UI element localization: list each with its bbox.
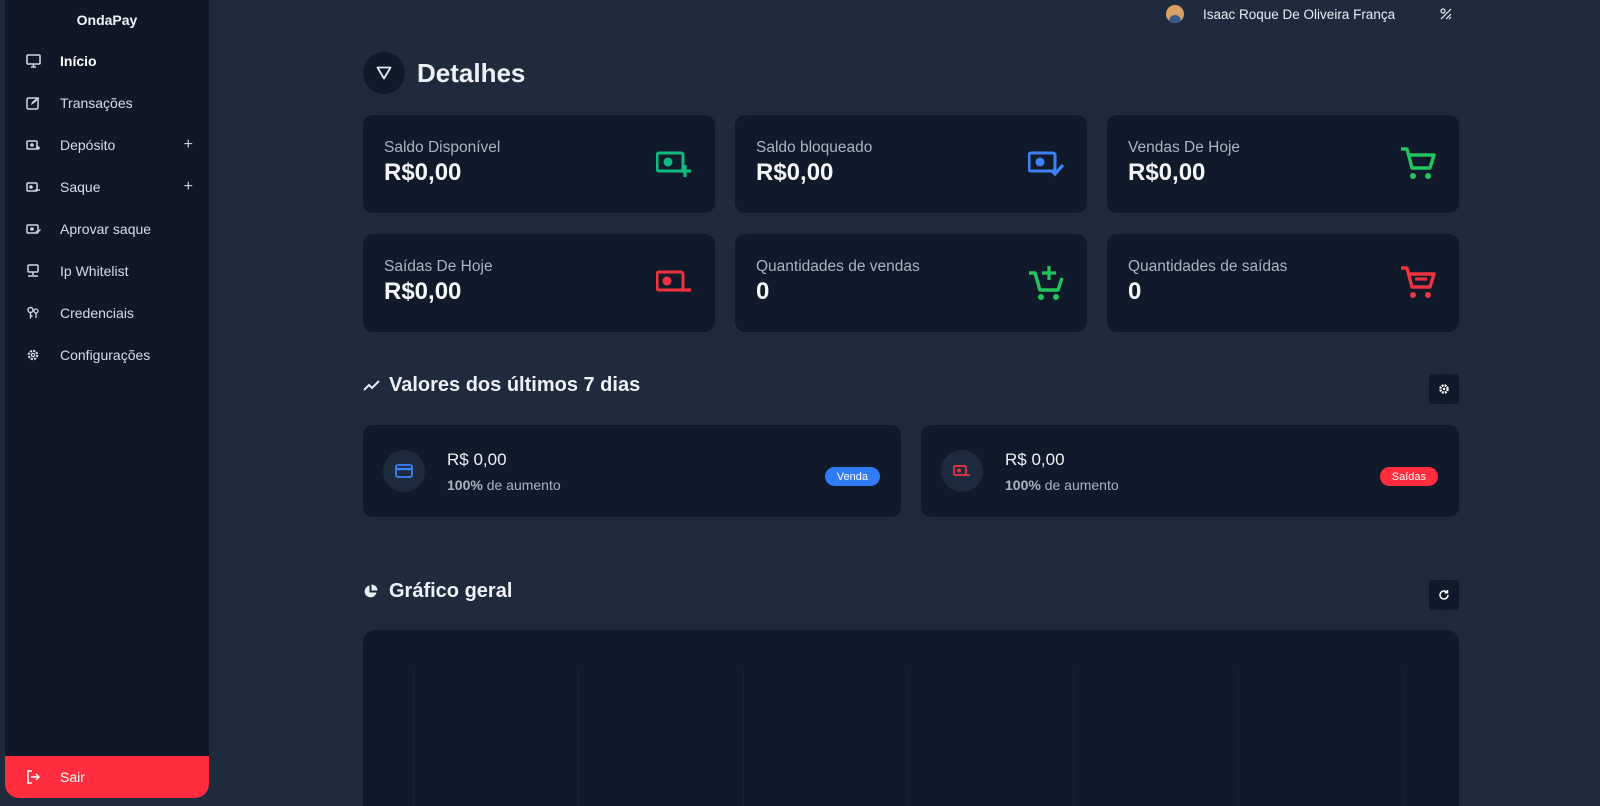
sidebar-item-configuracoes[interactable]: Configurações bbox=[5, 334, 209, 376]
refresh-icon bbox=[1439, 590, 1449, 600]
card-value: R$0,00 bbox=[384, 159, 462, 186]
money-check-icon bbox=[1027, 145, 1065, 183]
sidebar-item-deposito[interactable]: Depósito + bbox=[5, 124, 209, 166]
card-value: 0 bbox=[756, 278, 770, 305]
stat-amount: R$ 0,00 bbox=[447, 449, 507, 469]
last7-settings-button[interactable] bbox=[1429, 374, 1459, 404]
expand-plus-icon[interactable]: + bbox=[184, 136, 193, 154]
general-chart-title: Gráfico geral bbox=[389, 580, 513, 602]
sidebar-item-inicio[interactable]: Início bbox=[5, 40, 209, 82]
general-chart-area bbox=[363, 630, 1459, 806]
card-value: R$0,00 bbox=[384, 278, 462, 305]
stat-suffix: de aumento bbox=[1040, 476, 1119, 493]
avatar[interactable] bbox=[1166, 5, 1184, 23]
status-badge: Saídas bbox=[1379, 467, 1438, 486]
edit-icon bbox=[25, 95, 41, 111]
card-label: Saídas De Hoje bbox=[384, 258, 493, 275]
credit-card-icon bbox=[383, 450, 425, 492]
logout-button[interactable]: Sair bbox=[5, 756, 209, 798]
chart-gridline bbox=[1073, 670, 1074, 806]
filter-toggle-button[interactable] bbox=[363, 52, 405, 94]
summary-cards: Saldo Disponível R$0,00 Saldo bloqueado … bbox=[363, 115, 1459, 332]
network-icon bbox=[25, 263, 41, 279]
cart-icon bbox=[1399, 145, 1437, 183]
expand-plus-icon[interactable]: + bbox=[184, 178, 193, 196]
card-vendas-de-hoje: Vendas De Hoje R$0,00 bbox=[1107, 115, 1459, 213]
last7-title: Valores dos últimos 7 dias bbox=[389, 374, 641, 396]
user-menu[interactable]: Isaac Roque De Oliveira França bbox=[1166, 4, 1453, 24]
sidebar-item-saque[interactable]: Saque + bbox=[5, 166, 209, 208]
money-minus-icon bbox=[25, 179, 41, 195]
page-header: Detalhes bbox=[363, 52, 525, 94]
page-title: Detalhes bbox=[417, 57, 526, 88]
stat-percent: 100% bbox=[1005, 476, 1041, 493]
sidebar-item-label: Configurações bbox=[60, 347, 151, 363]
stat-subtext: 100% de aumento bbox=[1005, 477, 1119, 493]
money-minus-icon bbox=[941, 450, 983, 492]
chart-gridline bbox=[1403, 670, 1404, 806]
refresh-button[interactable] bbox=[1429, 580, 1459, 610]
stat-text: R$ 0,00 100% de aumento bbox=[447, 450, 561, 493]
chart-gridline bbox=[413, 670, 414, 806]
chart-gridline bbox=[908, 670, 909, 806]
sidebar-item-label: Depósito bbox=[60, 137, 116, 153]
sidebar-item-label: Credenciais bbox=[60, 305, 134, 321]
card-label: Saldo bloqueado bbox=[756, 139, 873, 156]
brand-logo: OndaPay bbox=[76, 12, 138, 28]
pie-chart-icon bbox=[363, 583, 381, 601]
monitor-icon bbox=[25, 53, 41, 69]
last7-stats: R$ 0,00 100% de aumento Venda R$ 0,00 10… bbox=[363, 425, 1459, 517]
card-value: 0 bbox=[1128, 278, 1142, 305]
logout-label: Sair bbox=[60, 769, 85, 785]
card-label: Saldo Disponível bbox=[384, 139, 501, 156]
stat-venda: R$ 0,00 100% de aumento Venda bbox=[363, 425, 901, 517]
user-name[interactable]: Isaac Roque De Oliveira França bbox=[1203, 7, 1395, 22]
card-value: R$0,00 bbox=[756, 159, 834, 186]
card-saldo-bloqueado: Saldo bloqueado R$0,00 bbox=[735, 115, 1087, 213]
card-quantidades-de-vendas: Quantidades de vendas 0 bbox=[735, 234, 1087, 332]
card-label: Vendas De Hoje bbox=[1128, 139, 1241, 156]
money-minus-icon bbox=[655, 264, 693, 302]
stat-suffix: de aumento bbox=[482, 476, 561, 493]
stat-subtext: 100% de aumento bbox=[447, 477, 561, 493]
sidebar-item-transacoes[interactable]: Transações bbox=[5, 82, 209, 124]
card-saidas-de-hoje: Saídas De Hoje R$0,00 bbox=[363, 234, 715, 332]
sidebar: OndaPay Início Transações Depósito + Saq… bbox=[5, 0, 209, 798]
trending-icon bbox=[363, 377, 381, 395]
stat-amount: R$ 0,00 bbox=[1005, 449, 1065, 469]
money-plus-icon bbox=[655, 145, 693, 183]
gear-icon bbox=[25, 347, 41, 363]
sidebar-item-label: Ip Whitelist bbox=[60, 263, 129, 279]
stat-percent: 100% bbox=[447, 476, 483, 493]
logout-icon bbox=[25, 769, 41, 785]
money-check-icon bbox=[25, 221, 41, 237]
money-plus-icon bbox=[25, 137, 41, 153]
status-badge: Venda bbox=[824, 467, 880, 486]
stat-text: R$ 0,00 100% de aumento bbox=[1005, 450, 1119, 493]
sidebar-item-label: Transações bbox=[60, 95, 133, 111]
last7-header: Valores dos últimos 7 dias bbox=[363, 374, 1459, 404]
chart-gridline bbox=[578, 670, 579, 806]
general-chart-header: Gráfico geral bbox=[363, 580, 1459, 610]
sidebar-item-label: Aprovar saque bbox=[60, 221, 152, 237]
chart-gridline bbox=[1238, 670, 1239, 806]
keys-icon bbox=[25, 305, 41, 321]
cart-plus-icon bbox=[1027, 264, 1065, 302]
stat-saidas: R$ 0,00 100% de aumento Saídas bbox=[921, 425, 1459, 517]
gear-icon bbox=[1439, 384, 1449, 394]
card-label: Quantidades de vendas bbox=[756, 258, 920, 275]
theme-toggle-icon[interactable] bbox=[1439, 7, 1453, 21]
sidebar-item-credenciais[interactable]: Credenciais bbox=[5, 292, 209, 334]
sidebar-item-aprovar-saque[interactable]: Aprovar saque bbox=[5, 208, 209, 250]
chart-gridline bbox=[743, 670, 744, 806]
sidebar-item-ip-whitelist[interactable]: Ip Whitelist bbox=[5, 250, 209, 292]
sidebar-item-label: Saque bbox=[60, 179, 101, 195]
card-label: Quantidades de saídas bbox=[1128, 258, 1288, 275]
card-quantidades-de-saidas: Quantidades de saídas 0 bbox=[1107, 234, 1459, 332]
sidebar-item-label: Início bbox=[60, 53, 97, 69]
card-value: R$0,00 bbox=[1128, 159, 1206, 186]
cart-minus-icon bbox=[1399, 264, 1437, 302]
triangle-down-icon bbox=[376, 66, 392, 80]
card-saldo-disponivel: Saldo Disponível R$0,00 bbox=[363, 115, 715, 213]
